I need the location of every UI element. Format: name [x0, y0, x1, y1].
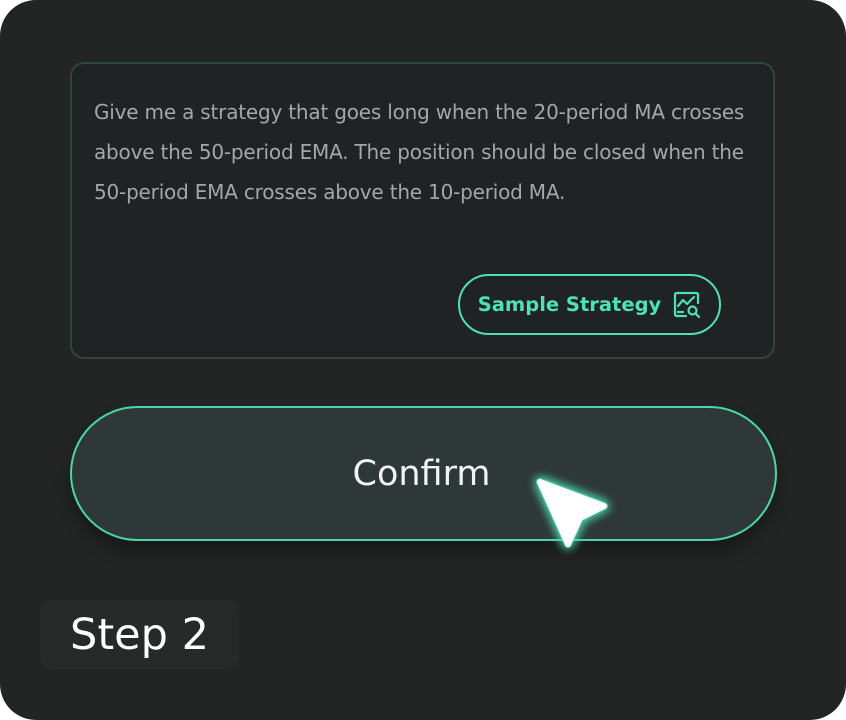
sample-strategy-button[interactable]: Sample Strategy [458, 274, 721, 335]
pointer-cursor-icon [536, 478, 608, 548]
step-badge: Step 2 [40, 600, 239, 669]
confirm-label: Confirm [352, 453, 491, 494]
chart-search-icon [674, 291, 701, 318]
confirm-button[interactable]: Confirm [70, 406, 777, 541]
step-label: Step 2 [70, 609, 209, 660]
step-card: Give me a strategy that goes long when t… [0, 0, 846, 720]
strategy-prompt-box[interactable]: Give me a strategy that goes long when t… [70, 62, 775, 359]
sample-strategy-label: Sample Strategy [477, 293, 662, 316]
strategy-prompt-text[interactable]: Give me a strategy that goes long when t… [94, 92, 754, 212]
